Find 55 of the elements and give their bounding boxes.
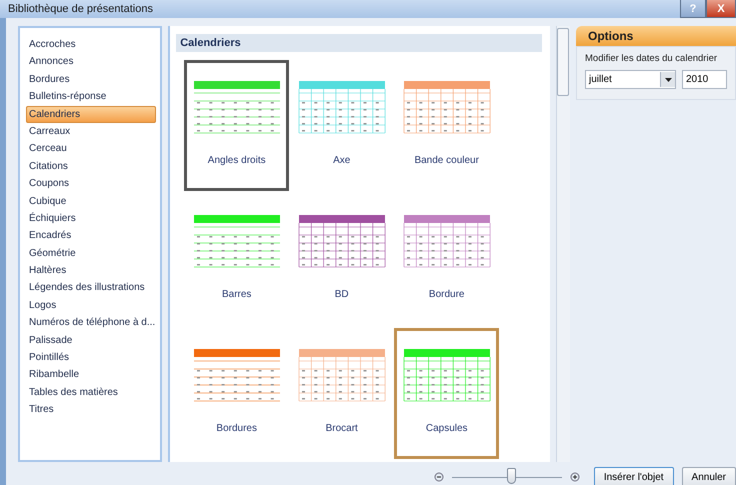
tile-label: Barres	[222, 289, 252, 300]
category-item[interactable]: Échiquiers	[26, 210, 156, 228]
tile-label: Capsules	[426, 423, 468, 434]
tile-label: Bordures	[216, 423, 257, 434]
caret-icon	[660, 72, 675, 87]
tile-label: Brocart	[326, 423, 358, 434]
category-item[interactable]: Encadrés	[26, 227, 156, 245]
gallery-heading: Calendriers	[176, 34, 542, 52]
dialog-button[interactable]: Insérer l'objet	[594, 466, 674, 485]
category-item[interactable]: Logos	[26, 296, 156, 314]
tile-label: Axe	[333, 155, 350, 166]
category-item[interactable]: Titres	[26, 401, 156, 419]
tile-label: Bordure	[428, 289, 464, 300]
template-tile[interactable]: Brocart	[289, 328, 394, 459]
template-tile[interactable]: Bordures	[184, 328, 290, 459]
category-item[interactable]: Coupons	[26, 175, 156, 193]
tile-label: Angles droits	[208, 155, 266, 166]
template-tile[interactable]: Capsules	[394, 328, 500, 459]
month-value: juillet	[589, 74, 612, 85]
category-item[interactable]: Géométrie	[26, 244, 156, 262]
category-item[interactable]: Annonces	[26, 53, 156, 71]
category-item[interactable]: Haltères	[26, 262, 156, 280]
category-item[interactable]: Calendriers	[26, 106, 156, 123]
tile-label: Bande couleur	[414, 155, 479, 166]
dialog-button[interactable]: Annuler	[682, 466, 736, 485]
category-item[interactable]: Accroches	[26, 36, 156, 54]
category-item[interactable]: Légendes des illustrations	[26, 279, 156, 297]
category-item[interactable]: Bordures	[26, 70, 156, 88]
template-tile[interactable]: Bordure	[394, 194, 500, 325]
category-item[interactable]: Carreaux	[26, 122, 156, 140]
month-dropdown[interactable]: juillet	[585, 70, 676, 89]
template-tile[interactable]: Angles droits	[184, 60, 290, 191]
tile-label: BD	[334, 289, 349, 300]
category-item[interactable]: Bulletins-réponse	[26, 88, 156, 106]
category-item[interactable]: Cubique	[26, 192, 156, 210]
template-tile[interactable]: Bande couleur	[394, 60, 500, 191]
options-label: Modifier les dates du calendrier	[585, 53, 718, 64]
template-tile[interactable]: Barres	[184, 194, 290, 325]
scrollbar[interactable]	[556, 26, 570, 462]
zoom-out-icon[interactable]	[434, 472, 444, 482]
template-tile[interactable]: BD	[289, 194, 394, 325]
zoom-slider[interactable]	[452, 471, 562, 483]
category-item[interactable]: Cerceau	[26, 140, 156, 158]
category-item[interactable]: Numéros de téléphone à d...	[26, 314, 156, 332]
category-item[interactable]: Ribambelle	[26, 366, 156, 384]
category-item[interactable]: Citations	[26, 158, 156, 176]
category-item[interactable]: Pointillés	[26, 349, 156, 366]
zoom-in-icon[interactable]	[570, 472, 580, 482]
slider-thumb[interactable]	[507, 468, 516, 484]
year-spinner[interactable]: 2010	[682, 70, 727, 89]
category-item[interactable]: Palissade	[26, 332, 156, 350]
window-title: Bibliothèque de présentations	[8, 3, 153, 15]
category-item[interactable]: Tables des matières	[26, 384, 156, 402]
template-tile[interactable]: Axe	[289, 60, 394, 191]
options-header: Options	[576, 26, 736, 46]
